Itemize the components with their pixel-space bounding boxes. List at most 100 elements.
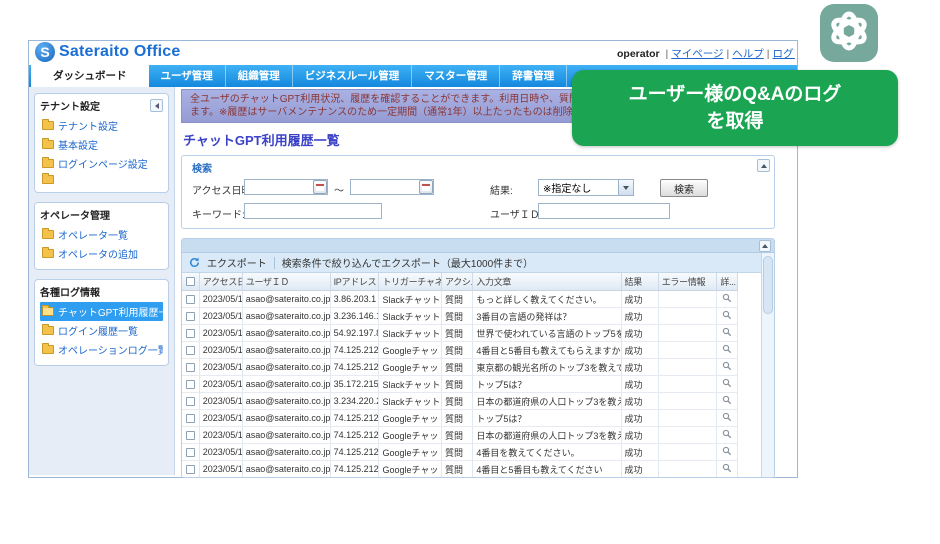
scrollbar-thumb[interactable] xyxy=(763,256,773,314)
openai-logo-icon xyxy=(827,9,871,58)
userid-input[interactable] xyxy=(538,203,670,219)
row-checkbox[interactable] xyxy=(186,329,195,338)
table-scrollbar[interactable] xyxy=(761,253,774,477)
search-section-label: 検索 xyxy=(192,160,212,175)
row-checkbox[interactable] xyxy=(186,465,195,474)
sidebar-collapse-button[interactable] xyxy=(150,99,163,112)
detail-magnifier-icon[interactable] xyxy=(722,429,732,441)
cell-detail xyxy=(717,461,738,477)
cell-input: 3番目の言語の発祥は？ xyxy=(473,308,621,324)
keyword-input[interactable] xyxy=(244,203,382,219)
sidebar-item[interactable]: オペレーションログ一覧 xyxy=(40,340,163,359)
sidebar-item[interactable]: オペレータの追加 xyxy=(40,244,163,263)
cell-ip: 3.86.203.1 xyxy=(331,291,380,307)
cell-detail xyxy=(717,393,738,409)
cell-ip: 3.236.146.157 xyxy=(331,308,380,324)
sidebar-item-label: ログイン履歴一覧 xyxy=(58,323,138,338)
header-checkbox-cell xyxy=(182,273,200,290)
detail-magnifier-icon[interactable] xyxy=(722,361,732,373)
cell-action: 質問 xyxy=(442,444,473,460)
sidebar-item[interactable]: ログイン履歴一覧 xyxy=(40,321,163,340)
sidebar-item[interactable]: ログインページ設定 xyxy=(40,154,163,173)
cell-user: asao@sateraito.co.jp xyxy=(243,342,331,358)
search-button[interactable]: 検索 xyxy=(660,179,708,197)
sidebar-section-2: 各種ログ情報チャットGPT利用履歴一覧ログイン履歴一覧オペレーションログ一覧 xyxy=(34,279,169,366)
row-checkbox[interactable] xyxy=(186,295,195,304)
sidebar-section-title-row: オペレータ管理 xyxy=(40,207,163,222)
detail-magnifier-icon[interactable] xyxy=(722,395,732,407)
row-checkbox[interactable] xyxy=(186,431,195,440)
folder-icon xyxy=(42,307,54,316)
cell-action: 質問 xyxy=(442,325,473,341)
cell-result: 成功 xyxy=(622,461,659,477)
cell-date: 2023/05/1... xyxy=(200,427,243,443)
detail-magnifier-icon[interactable] xyxy=(722,446,732,458)
tab-0[interactable]: ダッシュボード xyxy=(31,63,149,87)
sidebar-item[interactable] xyxy=(40,173,163,186)
folder-icon xyxy=(42,230,54,239)
row-checkbox[interactable] xyxy=(186,380,195,389)
row-checkbox-cell xyxy=(182,291,200,307)
table-row: 2023/05/1...asao@sateraito.co.jp54.92.19… xyxy=(182,325,738,342)
row-checkbox-cell xyxy=(182,393,200,409)
callout-line2: を取得 xyxy=(706,108,763,135)
sidebar-item[interactable]: テナント設定 xyxy=(40,116,163,135)
row-checkbox[interactable] xyxy=(186,448,195,457)
cell-channel: Googleチャットボ... xyxy=(379,410,442,426)
cell-date: 2023/05/1... xyxy=(200,308,243,324)
column-header-1: ユーザＩＤ xyxy=(243,273,331,290)
detail-magnifier-icon[interactable] xyxy=(722,412,732,424)
cell-user: asao@sateraito.co.jp xyxy=(243,427,331,443)
cell-date: 2023/05/1... xyxy=(200,291,243,307)
tab-2[interactable]: 組織管理 xyxy=(226,64,293,87)
sidebar-item[interactable]: チャットGPT利用履歴一覧 xyxy=(40,302,163,321)
tab-5[interactable]: 辞書管理 xyxy=(500,64,567,87)
header-link-ログアウト[interactable]: ログアウト xyxy=(773,48,795,60)
select-all-checkbox[interactable] xyxy=(186,277,195,286)
row-checkbox[interactable] xyxy=(186,312,195,321)
cell-error xyxy=(659,461,718,477)
sidebar-item-label: テナント設定 xyxy=(58,118,118,133)
sidebar-section-0: テナント設定テナント設定基本設定ログインページ設定 xyxy=(34,93,169,193)
row-checkbox[interactable] xyxy=(186,397,195,406)
cell-date: 2023/05/1... xyxy=(200,376,243,392)
detail-magnifier-icon[interactable] xyxy=(722,327,732,339)
header-link-マイページ[interactable]: マイページ xyxy=(671,48,723,60)
result-select[interactable]: ※指定なし xyxy=(538,179,634,196)
table-collapse-button[interactable] xyxy=(759,240,771,252)
tab-1[interactable]: ユーザ管理 xyxy=(149,64,226,87)
cell-input: 東京都の観光名所のトップ3を教えてください。 xyxy=(473,359,621,375)
sidebar-item[interactable]: オペレータ一覧 xyxy=(40,225,163,244)
brand-name: Sateraito Office xyxy=(59,43,180,61)
detail-magnifier-icon[interactable] xyxy=(722,378,732,390)
cell-ip: 54.92.197.89 xyxy=(331,325,380,341)
calendar-icon-from[interactable] xyxy=(313,180,327,194)
table-row: 2023/05/1...asao@sateraito.co.jp74.125.2… xyxy=(182,461,738,478)
refresh-icon[interactable] xyxy=(189,257,200,268)
table-row: 2023/05/1...asao@sateraito.co.jp3.86.203… xyxy=(182,291,738,308)
cell-detail xyxy=(717,342,738,358)
tab-4[interactable]: マスター管理 xyxy=(412,64,500,87)
search-collapse-button[interactable] xyxy=(757,159,770,172)
tab-3[interactable]: ビジネスルール管理 xyxy=(293,64,413,87)
detail-magnifier-icon[interactable] xyxy=(722,293,732,305)
detail-magnifier-icon[interactable] xyxy=(722,344,732,356)
cell-input: 日本の都道府県の人口トップ3を教えてくださ... xyxy=(473,393,621,409)
row-checkbox[interactable] xyxy=(186,414,195,423)
cell-date: 2023/05/1... xyxy=(200,410,243,426)
folder-icon xyxy=(42,345,54,354)
cell-date: 2023/05/1... xyxy=(200,444,243,460)
column-header-2: IPアドレス xyxy=(331,273,380,290)
chevron-up-icon xyxy=(761,164,767,168)
table-row: 2023/05/1...asao@sateraito.co.jp74.125.2… xyxy=(182,444,738,461)
row-checkbox[interactable] xyxy=(186,346,195,355)
brand: S Sateraito Office xyxy=(35,42,180,62)
header-link-ヘルプ[interactable]: ヘルプ xyxy=(732,48,764,60)
calendar-icon-to[interactable] xyxy=(419,180,433,194)
detail-magnifier-icon[interactable] xyxy=(722,310,732,322)
export-button[interactable]: エクスポート xyxy=(207,255,267,270)
row-checkbox[interactable] xyxy=(186,363,195,372)
page: S Sateraito Office operator |マイページ|ヘルプ|ロ… xyxy=(0,0,940,544)
sidebar-item[interactable]: 基本設定 xyxy=(40,135,163,154)
detail-magnifier-icon[interactable] xyxy=(722,463,732,475)
